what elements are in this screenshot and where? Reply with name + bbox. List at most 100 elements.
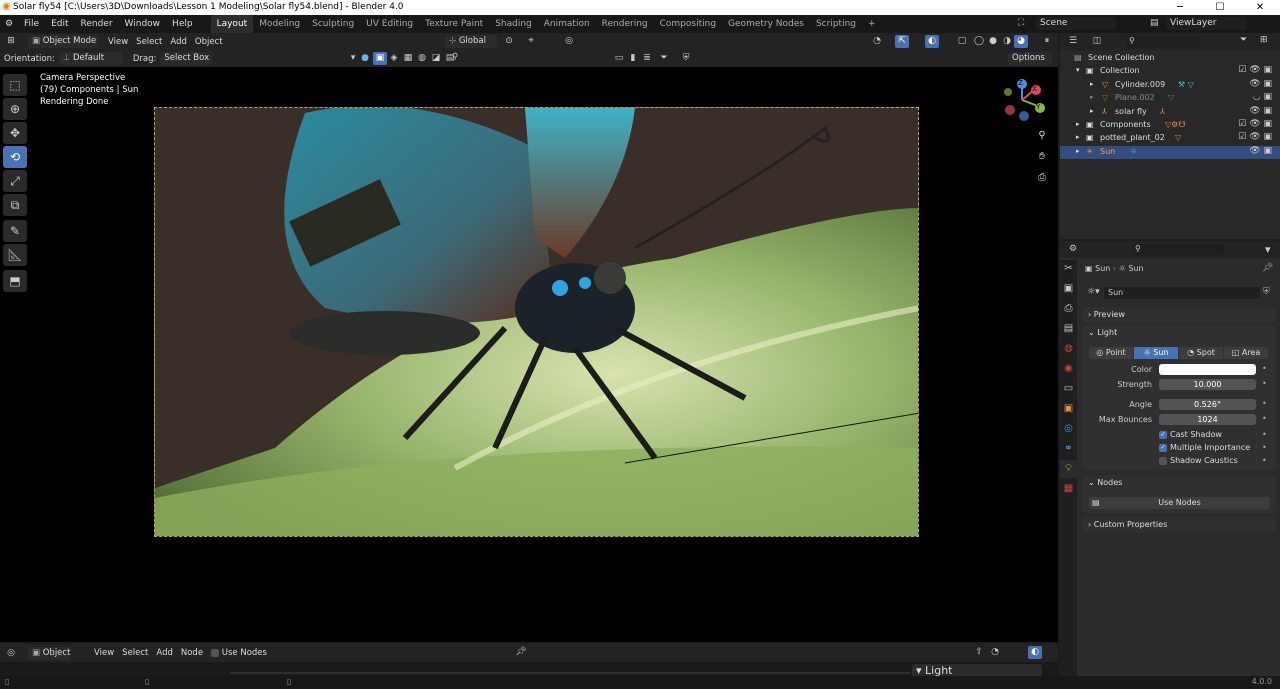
maximize-button[interactable]: ☐ xyxy=(1200,0,1240,15)
light-type-dropdown-icon[interactable]: ☼▾ xyxy=(1087,287,1100,297)
filter-icon[interactable]: ⏷ xyxy=(657,52,671,65)
constraints-tab-icon[interactable]: ⚭ xyxy=(1060,440,1077,458)
cast-shadow-checkbox[interactable]: ✓ Cast Shadow xyxy=(1159,430,1222,439)
outliner-editor-icon[interactable]: ☰ xyxy=(1066,35,1080,48)
add-cube-tool-icon[interactable]: ⬒ xyxy=(3,270,27,292)
expand-chevron-icon[interactable]: ▸ xyxy=(1076,120,1080,128)
tab-geometry-nodes[interactable]: Geometry Nodes xyxy=(722,15,810,33)
pin-icon[interactable]: 📌︎ xyxy=(514,646,528,659)
menu-render[interactable]: Render xyxy=(75,15,119,33)
scene-tab-icon[interactable]: ◍ xyxy=(1060,340,1077,358)
transform-tool-icon[interactable]: ⧉ xyxy=(3,194,27,216)
drag-selector[interactable]: Select Box xyxy=(160,52,213,65)
expand-chevron-icon[interactable]: ▾ xyxy=(1076,66,1080,74)
proportional-edit-icon[interactable]: ◎ xyxy=(562,35,576,48)
keyframe-dot-icon[interactable]: • xyxy=(1262,364,1267,373)
editor-type-icon[interactable]: ◎ xyxy=(4,647,18,660)
color-swatch[interactable] xyxy=(1159,364,1256,375)
row-visibility-icons[interactable]: 👁︎ ▣ xyxy=(1249,79,1272,89)
angle-field[interactable]: 0.526° xyxy=(1159,399,1256,410)
filter-icon[interactable]: ⏷ xyxy=(1240,35,1247,45)
menu-edit[interactable]: Edit xyxy=(45,15,74,33)
rotate-tool-icon[interactable]: ⟲ xyxy=(3,146,27,168)
tab-scripting[interactable]: Scripting xyxy=(810,15,862,33)
render-tab-icon[interactable]: ▣ xyxy=(1060,280,1077,298)
tab-modeling[interactable]: Modeling xyxy=(253,15,306,33)
texture-icon[interactable]: ▦ xyxy=(401,52,415,65)
shadow-caustics-checkbox[interactable]: Shadow Caustics xyxy=(1159,456,1238,465)
fake-user-icon[interactable]: ⛨ xyxy=(1263,287,1270,297)
node-menu-select[interactable]: Select xyxy=(118,648,152,658)
new-collection-icon[interactable]: ⊞ xyxy=(1260,35,1268,45)
row-visibility-icons[interactable]: ☑ 👁︎ ▣ xyxy=(1238,132,1272,142)
light-type-sun[interactable]: ☼ Sun xyxy=(1134,347,1178,359)
camera-view-icon[interactable]: ⎙ xyxy=(1034,170,1050,186)
search-icon[interactable]: ⚲ xyxy=(452,52,458,62)
cursor-tool-icon[interactable]: ▣ xyxy=(373,52,387,65)
max-bounces-field[interactable]: 1024 xyxy=(1159,414,1256,425)
custom-properties-header[interactable]: › Custom Properties xyxy=(1088,520,1167,529)
keyframe-dot-icon[interactable]: • xyxy=(1262,456,1267,465)
outliner-row-selected[interactable]: ▸ ☀ Sun ☼ 👁︎ ▣ xyxy=(1060,145,1280,160)
light-type-spot[interactable]: ◔ Spot xyxy=(1179,347,1223,359)
menu-file[interactable]: File xyxy=(18,15,45,33)
row-visibility-icons[interactable]: ☑ 👁︎ ▣ xyxy=(1238,119,1272,129)
tab-sculpting[interactable]: Sculpting xyxy=(306,15,360,33)
view-layer-selector[interactable]: ViewLayer xyxy=(1166,17,1246,30)
multiple-importance-checkbox[interactable]: ✓ Multiple Importance xyxy=(1159,443,1250,452)
tab-layout[interactable]: Layout xyxy=(210,15,254,33)
xray-icon[interactable]: ▢ xyxy=(955,35,969,48)
expand-chevron-icon[interactable]: ▸ xyxy=(1076,147,1080,155)
node-menu-add[interactable]: Add xyxy=(152,648,176,658)
outliner-row[interactable]: ▤ Scene Collection xyxy=(1060,52,1280,65)
use-nodes-button[interactable]: ▤ Use Nodes xyxy=(1089,497,1270,509)
node-menu-view[interactable]: View xyxy=(90,648,118,658)
use-nodes-checkbox[interactable]: Use Nodes xyxy=(207,648,271,658)
measure-tool-icon[interactable]: 📐︎ xyxy=(3,244,27,266)
physics-tab-icon[interactable]: ◎ xyxy=(1060,420,1077,438)
annotate-tool-icon[interactable]: ✎ xyxy=(3,220,27,242)
pin-icon[interactable]: ▮ xyxy=(626,52,640,65)
expand-chevron-icon[interactable]: ▸ xyxy=(1090,93,1094,101)
menu-view[interactable]: View xyxy=(104,37,132,47)
chevron-down-icon[interactable]: ▾ xyxy=(1265,243,1271,256)
display-toggle-icon[interactable]: ◐ xyxy=(1028,646,1042,659)
outliner-search-input[interactable]: ⚲ xyxy=(1126,36,1201,47)
object-tab-icon[interactable]: ▣ xyxy=(1060,400,1077,418)
keyframe-dot-icon[interactable]: • xyxy=(1262,443,1267,452)
expand-chevron-icon[interactable]: ▸ xyxy=(1076,133,1080,141)
menu-window[interactable]: Window xyxy=(119,15,167,33)
expand-chevron-icon[interactable]: ▸ xyxy=(1090,107,1094,115)
node-editor-area[interactable]: ▾ Light xyxy=(0,662,1058,677)
nodes-section-header[interactable]: ⌄ Nodes xyxy=(1088,478,1122,487)
select-box-tool-icon[interactable]: ⬚ xyxy=(3,74,27,96)
gizmo-toggle-icon[interactable]: ⇱ xyxy=(895,35,909,48)
properties-editor-icon[interactable]: ⚙ xyxy=(1066,243,1080,256)
bookmark-icon[interactable]: ▭ xyxy=(612,52,626,65)
outliner-row[interactable]: ▾ ▣ Collection ☑ 👁︎ ▣ xyxy=(1060,65,1280,78)
row-visibility-icons[interactable]: ◡ ▣ xyxy=(1253,92,1272,102)
menu-add[interactable]: Add xyxy=(166,37,190,47)
tab-shading[interactable]: Shading xyxy=(489,15,538,33)
overlay-toggle-icon[interactable]: ◐ xyxy=(925,35,939,48)
shading-rendered-icon[interactable]: ◕ xyxy=(1014,35,1028,48)
menu-object[interactable]: Object xyxy=(191,37,227,47)
close-button[interactable]: ✕ xyxy=(1240,0,1280,15)
layers-icon[interactable]: ≣ xyxy=(640,52,654,65)
orientation-selector[interactable]: ⊥ Default xyxy=(58,52,123,65)
tool-tab-icon[interactable]: ✂ xyxy=(1060,260,1077,278)
camera-bg-icon[interactable]: ◪ xyxy=(429,52,443,65)
datablock-name-field[interactable]: Sun xyxy=(1104,287,1260,299)
tab-rendering[interactable]: Rendering xyxy=(596,15,654,33)
add-workspace-button[interactable]: + xyxy=(862,15,882,33)
row-visibility-icons[interactable]: 👁︎ ▣ xyxy=(1249,106,1272,116)
cursor-tool-icon[interactable]: ⊕ xyxy=(3,98,27,120)
outliner-row[interactable]: ▸ ▽ Cylinder.009 ⚒ ▽ 👁︎ ▣ xyxy=(1060,79,1280,92)
blender-menu-icon[interactable]: ⚙ xyxy=(0,19,18,29)
tab-uv-editing[interactable]: UV Editing xyxy=(360,15,419,33)
horizontal-scrollbar[interactable] xyxy=(230,672,910,674)
lens-icon[interactable]: ◈ xyxy=(387,52,401,65)
editor-type-icon[interactable]: ⊞ xyxy=(4,35,18,48)
snap-icon[interactable]: ⇧ xyxy=(972,646,986,659)
light-data-tab-icon[interactable]: 💡︎ xyxy=(1060,460,1077,478)
